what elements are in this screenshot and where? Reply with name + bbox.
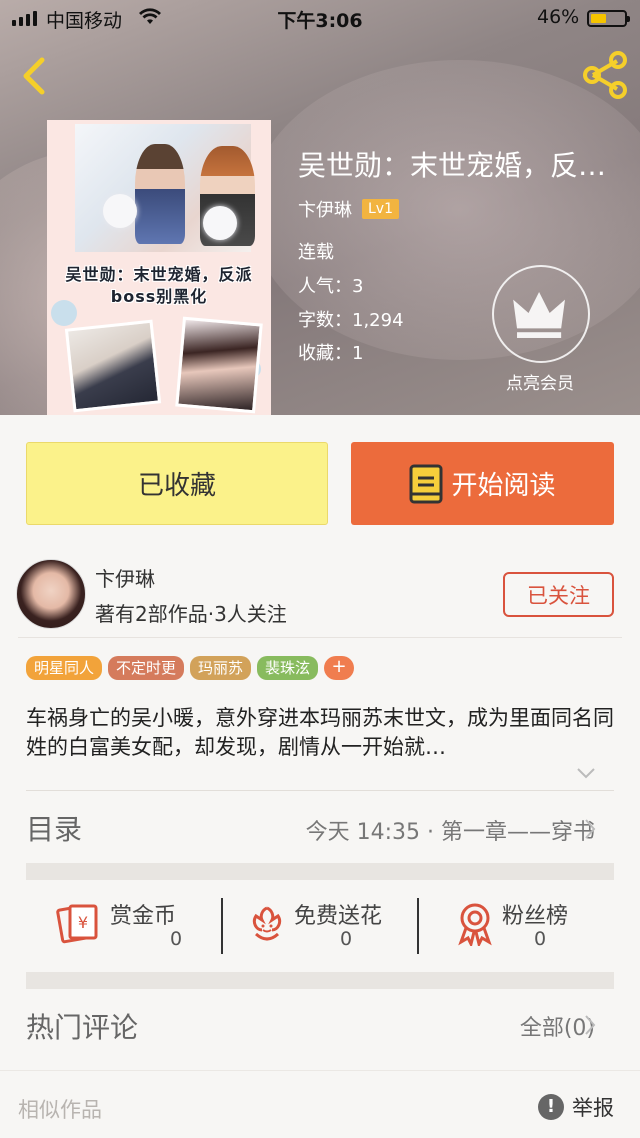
author-card-stats: 著有2部作品·3人关注 xyxy=(95,602,287,626)
battery-percent: 46% xyxy=(537,6,580,28)
tag-chip[interactable]: 不定时更 xyxy=(108,656,185,680)
tag-chip[interactable]: 裴珠泫 xyxy=(257,656,319,680)
author-name[interactable]: 卞伊琳 xyxy=(298,196,352,222)
tag-list: 明星同人 不定时更 玛丽苏 裴珠泫 + xyxy=(26,656,355,680)
divider xyxy=(0,1070,640,1071)
chevron-down-icon[interactable] xyxy=(576,766,596,780)
status-bar: 中国移动 下午3:06 46% xyxy=(0,0,640,36)
divider xyxy=(221,898,223,954)
battery-icon xyxy=(587,10,630,27)
favorited-button[interactable]: 已收藏 xyxy=(26,442,328,525)
follow-button[interactable]: 已关注 xyxy=(503,572,614,617)
book-status: 连载 xyxy=(298,242,334,263)
vip-label[interactable]: 点亮会员 xyxy=(480,369,600,394)
chevron-right-icon[interactable] xyxy=(584,1014,596,1036)
popularity-label: 人气： xyxy=(298,276,352,297)
toc-label[interactable]: 目录 xyxy=(26,808,82,848)
author-row: 卞伊琳 Lv1 xyxy=(298,196,399,222)
send-flower-count: 0 xyxy=(340,928,353,950)
similar-works-label: 相似作品 xyxy=(18,1098,102,1122)
vip-button[interactable] xyxy=(492,265,590,363)
author-card-name[interactable]: 卞伊琳 xyxy=(95,563,155,592)
send-flower-label: 免费送花 xyxy=(294,904,383,929)
stats-row: ¥ 赏金币 0 免费送花 0 粉丝榜 0 xyxy=(26,880,614,972)
favorites-label: 收藏： xyxy=(298,343,352,364)
book-description: 车祸身亡的吴小暖，意外穿进本玛丽苏末世文，成为里面同名同姓的白富美女配，却发现，… xyxy=(26,706,614,759)
author-avatar[interactable] xyxy=(16,559,86,629)
send-flower-button[interactable]: 免费送花 0 xyxy=(244,880,424,972)
flower-icon xyxy=(252,906,282,941)
report-label: 举报 xyxy=(572,1096,614,1120)
fans-ranking-count: 0 xyxy=(534,928,547,950)
divider xyxy=(417,898,419,954)
level-badge: Lv1 xyxy=(362,199,399,219)
word-count: 字数：1,294 xyxy=(298,306,404,332)
report-button[interactable]: ! 举报 xyxy=(538,1092,614,1122)
reward-coins-label: 赏金币 xyxy=(110,904,177,929)
reward-coins-button[interactable]: ¥ 赏金币 0 xyxy=(56,880,226,972)
book-cover[interactable]: 吴世勋：末世宠婚，反派boss别黑化 xyxy=(47,120,271,415)
cover-photo xyxy=(64,319,162,413)
book-header: 中国移动 下午3:06 46% 吴世勋：末世宠婚，反派boss别黑化 吴世勋：末… xyxy=(0,0,640,415)
section-separator xyxy=(26,863,614,880)
tag-chip[interactable]: 玛丽苏 xyxy=(190,656,252,680)
start-reading-label: 开始阅读 xyxy=(451,471,556,501)
cover-photo xyxy=(175,316,263,414)
add-tag-button[interactable]: + xyxy=(324,656,355,680)
svg-text:¥: ¥ xyxy=(78,913,88,932)
favorited-label: 已收藏 xyxy=(137,471,216,501)
book-title: 吴世勋：末世宠婚，反派boss别黑化 xyxy=(298,149,618,182)
fans-ranking-button[interactable]: 粉丝榜 0 xyxy=(452,880,612,972)
back-button[interactable] xyxy=(14,54,54,98)
favorites-count: 收藏：1 xyxy=(298,339,363,365)
share-button[interactable] xyxy=(580,50,630,100)
fans-ranking-label: 粉丝榜 xyxy=(502,904,569,929)
follow-label: 已关注 xyxy=(527,583,590,608)
badge-ribbon-icon xyxy=(458,903,492,946)
divider xyxy=(18,637,622,638)
word-count-label: 字数： xyxy=(298,310,352,331)
reward-coins-count: 0 xyxy=(170,928,183,950)
coin-card-icon: ¥ xyxy=(56,904,98,944)
cover-title: 吴世勋：末世宠婚，反派boss别黑化 xyxy=(65,265,253,306)
favorites-value: 1 xyxy=(352,343,364,364)
popularity: 人气：3 xyxy=(298,272,363,298)
start-reading-button[interactable]: 开始阅读 xyxy=(351,442,614,525)
warning-icon: ! xyxy=(538,1094,564,1120)
latest-chapter[interactable]: 今天 14:35 · 第一章——穿书 xyxy=(306,814,595,846)
cover-photo xyxy=(75,124,255,252)
hot-comments-label: 热门评论 xyxy=(26,1011,139,1044)
tag-chip[interactable]: 明星同人 xyxy=(26,656,103,680)
crown-icon xyxy=(513,291,565,338)
chevron-right-icon[interactable] xyxy=(584,818,596,840)
divider xyxy=(26,790,614,791)
popularity-value: 3 xyxy=(352,276,364,297)
word-count-value: 1,294 xyxy=(352,310,404,331)
book-icon xyxy=(409,464,443,503)
section-separator xyxy=(26,972,614,989)
